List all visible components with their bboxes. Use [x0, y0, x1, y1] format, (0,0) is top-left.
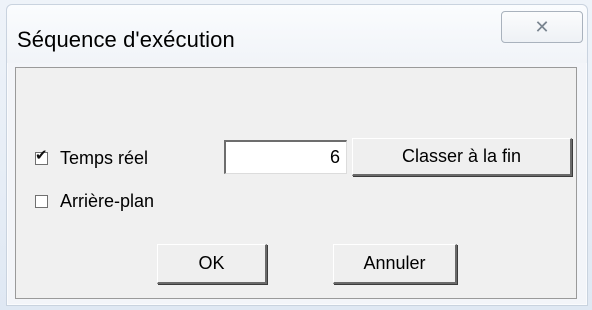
- dialog-title: Séquence d'exécution: [17, 27, 235, 52]
- desktop-background: Séquence d'exécution ✕ ✔ Temps réel 6 Cl…: [0, 0, 592, 310]
- ok-button[interactable]: OK: [157, 244, 267, 284]
- background-label: Arrière-plan: [60, 191, 155, 211]
- dialog-body: ✔ Temps réel 6 Classer à la fin Arrière-…: [15, 67, 577, 299]
- title-bar: Séquence d'exécution ✕: [7, 5, 587, 63]
- background-option[interactable]: Arrière-plan: [35, 191, 154, 212]
- checkmark-icon: ✔: [35, 146, 48, 164]
- cancel-button[interactable]: Annuler: [333, 244, 457, 284]
- close-button[interactable]: ✕: [501, 11, 583, 43]
- realtime-checkbox[interactable]: ✔: [35, 148, 48, 165]
- realtime-label: Temps réel: [60, 148, 149, 168]
- sort-to-end-button[interactable]: Classer à la fin: [352, 138, 572, 176]
- background-checkbox[interactable]: [35, 195, 48, 208]
- value-input[interactable]: 6: [224, 140, 347, 174]
- close-icon: ✕: [534, 16, 550, 38]
- dialog-window: Séquence d'exécution ✕ ✔ Temps réel 6 Cl…: [6, 4, 588, 306]
- realtime-option[interactable]: ✔ Temps réel: [35, 148, 148, 169]
